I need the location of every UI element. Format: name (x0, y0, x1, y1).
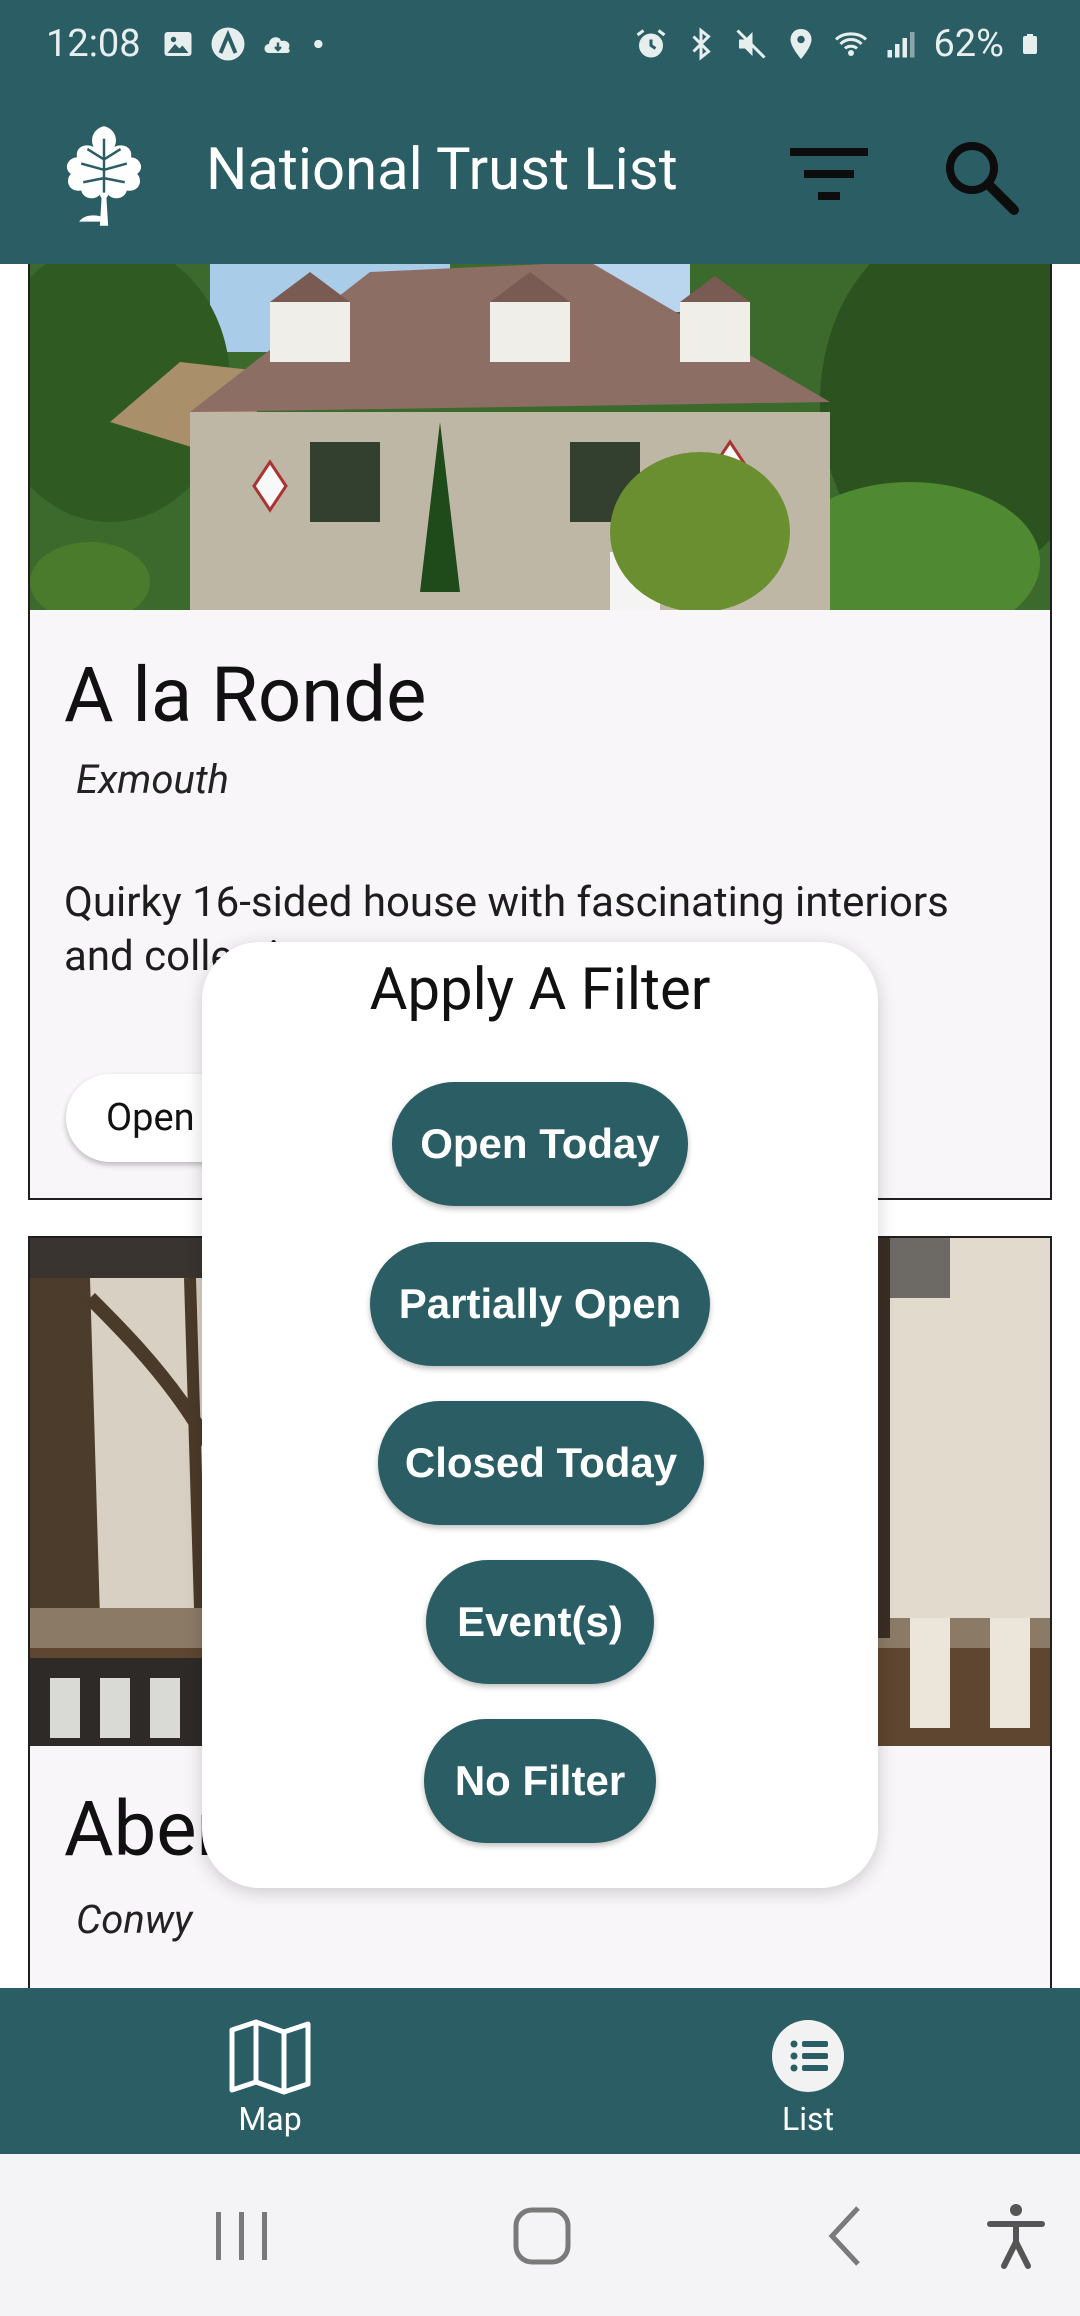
alarm-icon (637, 29, 666, 58)
app-bar: National Trust List (0, 88, 1080, 264)
property-list[interactable]: A la Ronde Exmouth Quirky 16-sided house… (0, 264, 1080, 1988)
nav-item-map[interactable]: Map (120, 1988, 420, 2154)
signal-icon (887, 32, 915, 58)
location-icon (790, 29, 812, 59)
oak-leaf-logo (66, 126, 142, 226)
nav-item-list[interactable]: List (658, 1988, 958, 2154)
dot-icon (314, 39, 323, 49)
filter-none-button[interactable]: No Filter (424, 1719, 656, 1843)
a-icon (211, 27, 245, 61)
status-bar: 12:08 62% (0, 0, 1080, 88)
status-right: 62% (633, 22, 1042, 66)
search-icon[interactable] (938, 134, 1022, 218)
filter-events-button[interactable]: Event(s) (426, 1560, 654, 1684)
filter-dialog: Apply A Filter Open Today Partially Open… (202, 942, 878, 1888)
list-icon (772, 2020, 844, 2092)
back-icon[interactable] (806, 2196, 886, 2276)
accessibility-icon[interactable] (976, 2196, 1056, 2276)
home-icon[interactable] (502, 2196, 582, 2276)
filter-icon[interactable] (784, 138, 874, 210)
dialog-title: Apply A Filter (369, 956, 711, 1024)
card-location: Conwy (76, 1896, 193, 1943)
wifi-icon (835, 32, 868, 56)
system-navigation (0, 2154, 1080, 2316)
nav-label: List (782, 2100, 834, 2138)
battery-icon (1023, 34, 1037, 54)
battery-percentage: 62% (933, 22, 1004, 66)
bottom-navigation: Map List (0, 1988, 1080, 2154)
cloud-icon (264, 37, 290, 53)
status-left-icons (160, 26, 330, 62)
nav-label: Map (238, 2100, 302, 2138)
property-photo (30, 264, 1050, 610)
image-icon (164, 32, 192, 56)
status-time: 12:08 (46, 22, 141, 66)
card-title: A la Ronde (64, 650, 427, 740)
recents-icon[interactable] (202, 2196, 282, 2276)
filter-partially-open-button[interactable]: Partially Open (370, 1242, 710, 1366)
mute-icon (736, 29, 767, 59)
card-location: Exmouth (76, 756, 229, 803)
app-title: National Trust List (206, 136, 678, 204)
map-icon (229, 2019, 311, 2095)
filter-closed-today-button[interactable]: Closed Today (378, 1401, 704, 1525)
filter-open-today-button[interactable]: Open Today (392, 1082, 688, 1206)
bluetooth-icon (692, 27, 712, 61)
